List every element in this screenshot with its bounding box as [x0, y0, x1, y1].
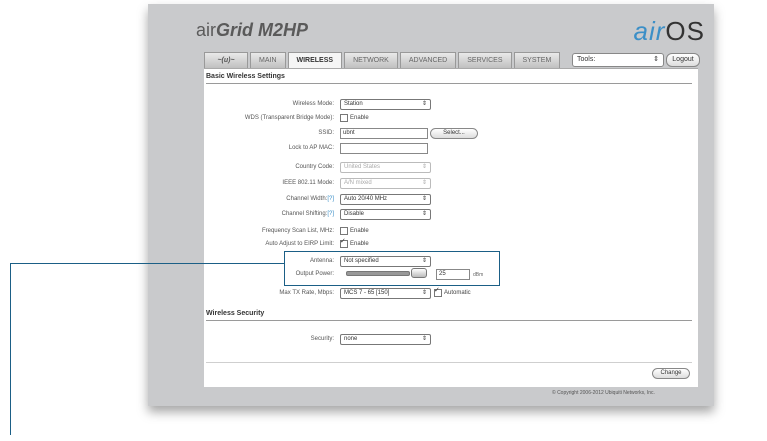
- output-power-unit: dBm: [473, 272, 484, 278]
- product-logo: airGrid M2HP: [196, 20, 309, 40]
- wireless-mode-select[interactable]: Station ⇕: [340, 99, 431, 110]
- ssid-label: SSID:: [318, 130, 334, 136]
- security-label: Security:: [310, 336, 334, 342]
- channel-shifting-label: Channel Shifting:[?]: [281, 211, 334, 217]
- section-title-security: Wireless Security: [206, 310, 265, 317]
- chevron-down-icon: ⇕: [421, 164, 427, 170]
- security-select[interactable]: none ⇕: [340, 334, 431, 345]
- chevron-down-icon: ⇕: [421, 290, 427, 296]
- section-title-basic: Basic Wireless Settings: [206, 73, 285, 80]
- chevron-down-icon: ⇕: [421, 211, 427, 217]
- country-code-select: United States ⇕: [340, 162, 431, 173]
- copyright-text: © Copyright 2006-2012 Ubiquiti Networks,…: [552, 390, 655, 396]
- callout-line-vertical: [10, 263, 11, 435]
- chevron-down-icon: ⇕: [421, 336, 427, 342]
- main-tabs: ~(u)~ MAIN WIRELESS NETWORK ADVANCED SER…: [204, 52, 562, 69]
- chevron-down-icon: ⇕: [421, 196, 427, 202]
- output-power-label: Output Power:: [295, 271, 334, 277]
- chevron-down-icon: ⇕: [421, 258, 427, 264]
- chevron-down-icon: ⇕: [421, 101, 427, 107]
- help-link[interactable]: [?]: [327, 211, 334, 217]
- wds-checkbox[interactable]: [340, 114, 348, 122]
- chevron-down-icon: ⇕: [421, 180, 427, 186]
- output-power-slider-thumb[interactable]: [411, 268, 427, 278]
- tab-wireless[interactable]: WIRELESS: [287, 52, 343, 69]
- lock-ap-mac-input[interactable]: [340, 143, 428, 154]
- select-ssid-button[interactable]: Select...: [430, 128, 478, 139]
- airos-logo: airOS: [633, 16, 705, 46]
- help-link[interactable]: [?]: [327, 196, 334, 202]
- freq-scan-option-label: Enable: [350, 228, 369, 234]
- section-divider: [206, 83, 692, 84]
- max-tx-rate-label: Max TX Rate, Mbps:: [279, 290, 334, 296]
- tools-select[interactable]: Tools: ⇕: [572, 53, 664, 67]
- auto-rate-checkbox[interactable]: [434, 286, 442, 297]
- tab-services[interactable]: SERVICES: [458, 52, 512, 69]
- logout-button[interactable]: Logout: [666, 53, 700, 67]
- wireless-mode-label: Wireless Mode:: [292, 101, 334, 107]
- tab-system[interactable]: SYSTEM: [513, 52, 561, 69]
- lock-ap-label: Lock to AP MAC:: [288, 145, 334, 151]
- antenna-select[interactable]: Not specified ⇕: [340, 256, 431, 267]
- ssid-input[interactable]: ubnt: [340, 128, 428, 139]
- tab-ubnt-logo[interactable]: ~(u)~: [204, 52, 248, 69]
- output-power-input[interactable]: 25: [436, 269, 470, 280]
- ieee-mode-select: A/N mixed ⇕: [340, 178, 431, 189]
- auto-adjust-label: Auto Adjust to EIRP Limit:: [265, 241, 334, 247]
- chevron-down-icon: ⇕: [653, 56, 659, 63]
- channel-shifting-select[interactable]: Disable ⇕: [340, 209, 431, 220]
- wds-option-label: Enable: [350, 115, 369, 121]
- ieee-mode-label: IEEE 802.11 Mode:: [282, 180, 334, 186]
- tab-main[interactable]: MAIN: [250, 52, 286, 69]
- wds-label: WDS (Transparent Bridge Mode):: [244, 115, 334, 121]
- country-code-label: Country Code:: [295, 164, 334, 170]
- max-tx-rate-select[interactable]: MCS 7 - 65 [150] ⇕: [340, 288, 431, 299]
- channel-width-label: Channel Width:[?]: [286, 196, 334, 202]
- change-button[interactable]: Change: [652, 368, 690, 379]
- channel-width-select[interactable]: Auto 20/40 MHz ⇕: [340, 194, 431, 205]
- auto-adjust-option-label: Enable: [350, 241, 369, 247]
- auto-adjust-checkbox[interactable]: [340, 237, 348, 248]
- auto-rate-label: Automatic: [444, 290, 471, 296]
- tab-network[interactable]: NETWORK: [344, 52, 398, 69]
- antenna-label: Antenna:: [309, 258, 334, 264]
- tab-advanced[interactable]: ADVANCED: [399, 52, 457, 69]
- freq-scan-checkbox[interactable]: [340, 227, 348, 235]
- section-divider: [206, 320, 692, 321]
- output-power-slider-track[interactable]: [346, 271, 410, 276]
- footer-divider: [206, 362, 692, 363]
- freq-scan-label: Frequency Scan List, MHz:: [261, 228, 334, 234]
